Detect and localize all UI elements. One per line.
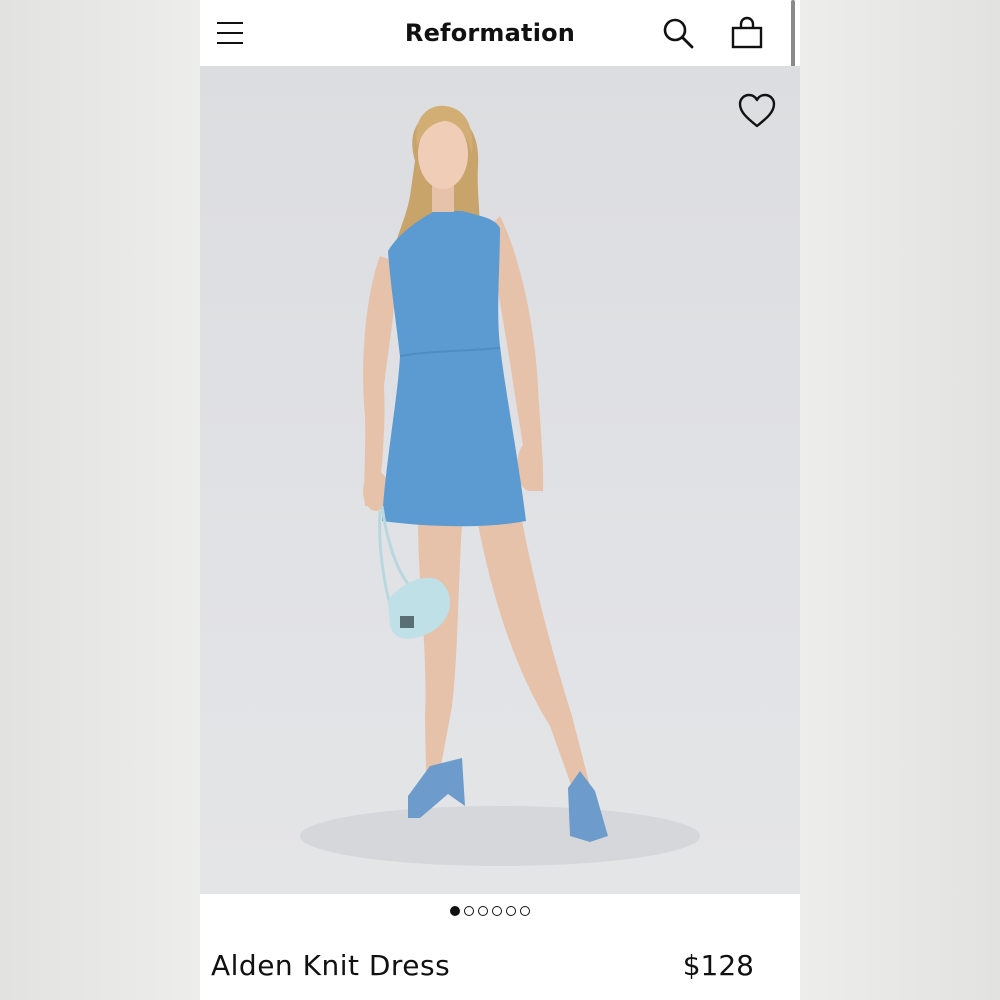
pager-dot[interactable]	[520, 906, 530, 916]
product-photo[interactable]	[200, 66, 800, 894]
pager-dot[interactable]	[492, 906, 502, 916]
search-button[interactable]	[658, 13, 698, 53]
search-icon	[663, 18, 694, 49]
product-name: Alden Knit Dress	[211, 949, 451, 982]
shopping-bag-icon	[731, 16, 763, 49]
heart-outline-icon	[738, 93, 776, 128]
model-wearing-dress-image	[300, 105, 700, 866]
image-pager	[200, 906, 780, 922]
top-nav-bar: Reformation	[200, 0, 800, 66]
wishlist-button[interactable]	[732, 90, 782, 132]
pager-dot[interactable]	[464, 906, 474, 916]
pager-dot[interactable]	[478, 906, 488, 916]
product-price: $128	[682, 949, 754, 982]
pager-dot[interactable]	[506, 906, 516, 916]
phone-screen: Reformation Alden Knit Dress $128	[200, 0, 800, 1000]
pager-dot[interactable]	[450, 906, 460, 916]
shopping-bag-button[interactable]	[727, 13, 767, 53]
